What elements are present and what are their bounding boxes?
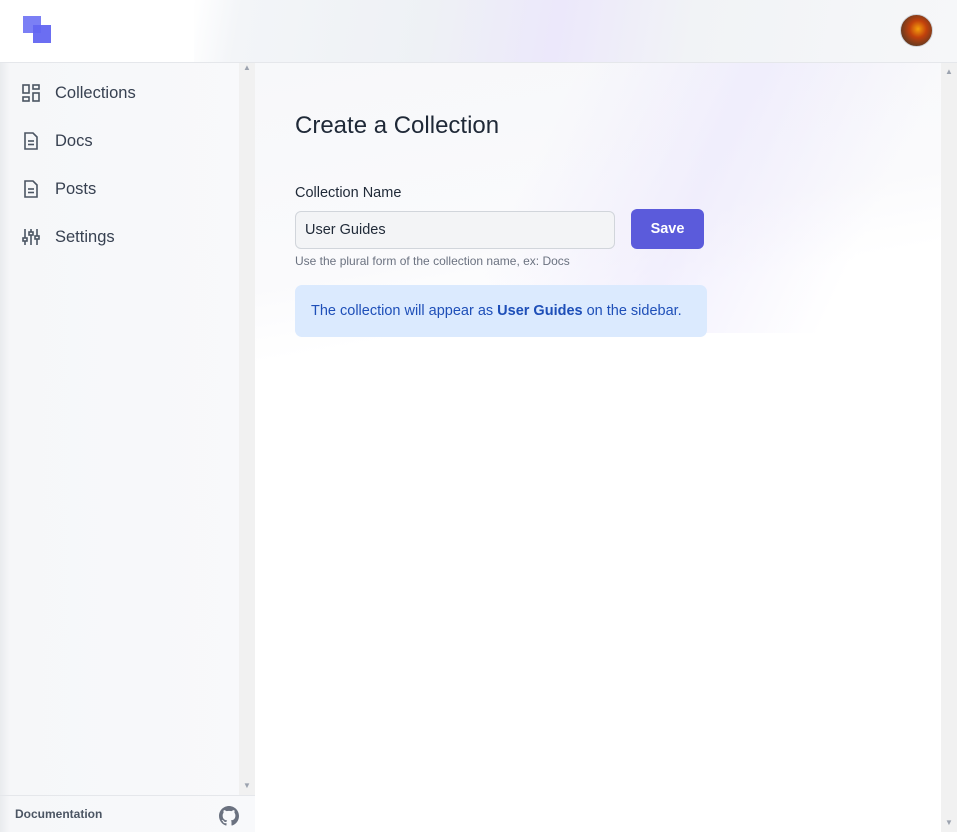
sidebar-item-label: Collections	[55, 83, 136, 102]
sidebar-nav: Collections Docs Posts Settings	[0, 69, 238, 261]
document-icon	[24, 180, 38, 198]
info-prefix: The collection will appear as	[311, 303, 494, 319]
github-icon[interactable]	[219, 806, 239, 826]
sidebar-item-label: Settings	[55, 227, 115, 246]
collection-name-input[interactable]	[295, 211, 615, 249]
scroll-down-icon[interactable]: ▼	[945, 818, 953, 827]
info-suffix: on the sidebar.	[586, 303, 682, 319]
sidebar-item-label: Posts	[55, 179, 97, 198]
documentation-link[interactable]: Documentation	[15, 807, 102, 821]
info-alert: The collection will appear as User Guide…	[295, 285, 707, 337]
sidebar-item-docs[interactable]: Docs	[0, 117, 238, 165]
main-scrollbar[interactable]: ▲ ▼	[941, 63, 957, 832]
info-highlight: User Guides	[497, 303, 583, 319]
sidebar-item-settings[interactable]: Settings	[0, 213, 238, 261]
save-button[interactable]: Save	[631, 209, 704, 249]
scroll-up-icon[interactable]: ▲	[945, 67, 953, 76]
app-logo[interactable]	[23, 16, 52, 44]
main-content	[255, 63, 941, 832]
sidebar-item-label: Docs	[55, 131, 93, 150]
sliders-icon	[22, 229, 40, 245]
sidebar-scrollbar[interactable]: ▲ ▼	[239, 63, 255, 795]
sidebar-item-posts[interactable]: Posts	[0, 165, 238, 213]
sidebar-footer: Documentation	[0, 795, 255, 832]
scroll-down-icon[interactable]: ▼	[243, 781, 251, 790]
page-title: Create a Collection	[295, 112, 500, 139]
sidebar: Collections Docs Posts Settings ▲ ▼ Docu…	[0, 63, 255, 832]
document-icon	[24, 132, 38, 150]
user-avatar[interactable]	[900, 14, 933, 47]
logo-area	[0, 0, 194, 62]
top-header	[0, 0, 957, 63]
scroll-up-icon[interactable]: ▲	[243, 63, 251, 72]
grid-icon	[22, 84, 40, 102]
help-text: Use the plural form of the collection na…	[295, 254, 570, 268]
sidebar-item-collections[interactable]: Collections	[0, 69, 238, 117]
collection-name-label: Collection Name	[295, 185, 402, 201]
